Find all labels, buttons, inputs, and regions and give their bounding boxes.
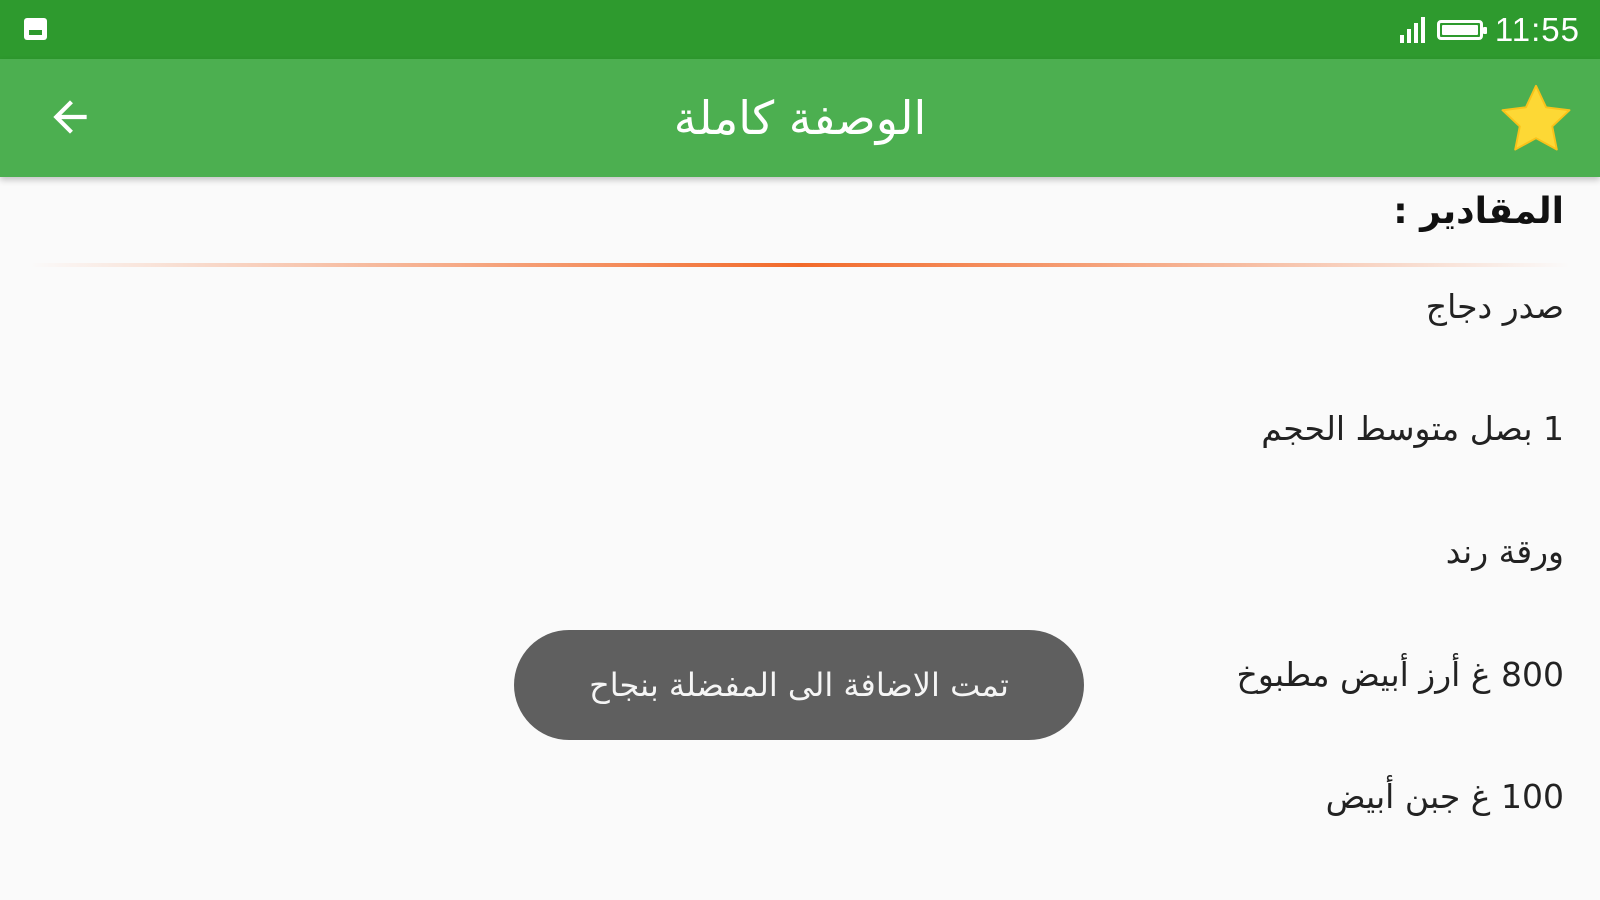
- image-notification-icon: [24, 18, 47, 40]
- favorite-button[interactable]: [1494, 79, 1578, 159]
- ingredient-item: 1 بصل متوسط الحجم: [1261, 409, 1564, 448]
- back-button[interactable]: [38, 85, 102, 149]
- page-title: الوصفة كاملة: [673, 91, 927, 145]
- ingredient-item: 800 غ أرز أبيض مطبوخ: [1236, 655, 1564, 694]
- status-right-group: 11:55: [1399, 10, 1580, 50]
- status-time: 11:55: [1494, 11, 1580, 48]
- ingredient-item: صدر دجاج: [1425, 287, 1564, 326]
- battery-icon: [1436, 20, 1487, 40]
- arrow-left-icon: [53, 100, 87, 134]
- toast-message: تمت الاضافة الى المفضلة بنجاح: [514, 630, 1084, 740]
- ingredient-item: ورقة رند: [1445, 532, 1564, 571]
- signal-icon: [1399, 17, 1425, 43]
- section-divider: [30, 263, 1570, 267]
- star-icon: [1501, 84, 1571, 151]
- app-bar: الوصفة كاملة: [0, 59, 1600, 177]
- recipe-content: المقادير : صدر دجاج 1 بصل متوسط الحجم ور…: [0, 177, 1600, 900]
- ingredients-heading: المقادير :: [1393, 191, 1564, 232]
- ingredient-item: 100 غ جبن أبيض: [1325, 777, 1564, 816]
- status-bar: 11:55: [0, 0, 1600, 59]
